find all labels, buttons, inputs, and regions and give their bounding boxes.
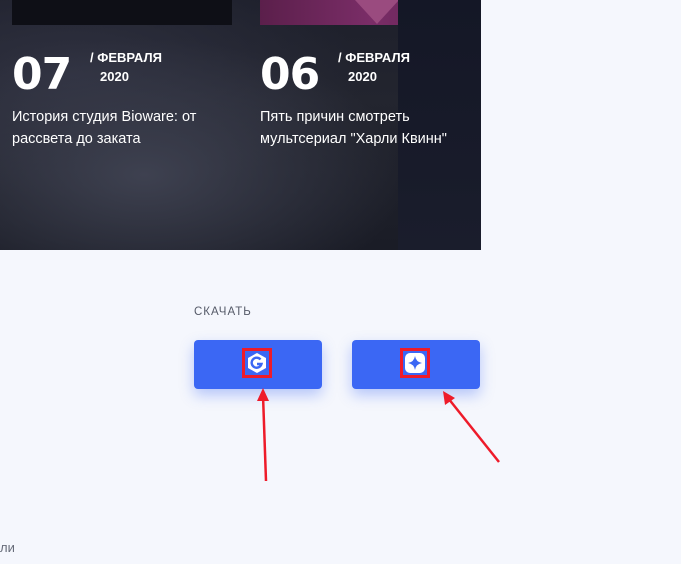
banner-top-image-strip [12, 0, 232, 25]
news-title[interactable]: История студия Bioware: от рассвета до з… [12, 106, 237, 150]
news-title-line-2: рассвета до заката [12, 131, 141, 147]
news-month: / ФЕВРАЛЯ [90, 50, 162, 65]
google-play-download-button[interactable] [194, 340, 322, 389]
news-title[interactable]: Пять причин смотреть мультсериал "Харли … [260, 106, 481, 150]
news-year: 2020 [348, 69, 377, 84]
news-day: 06 [260, 49, 320, 100]
footer-text-fragment: ли [0, 540, 15, 555]
news-year: 2020 [100, 69, 129, 84]
app-store-download-button[interactable] [352, 340, 480, 389]
download-label: СКАЧАТЬ [194, 306, 252, 318]
g-store-icon [242, 348, 272, 378]
news-day: 07 [12, 49, 72, 100]
news-title-line-2: мультсериал "Харли Квинн" [260, 131, 447, 147]
news-month: / ФЕВРАЛЯ [338, 50, 410, 65]
news-title-line-1: Пять причин смотреть [260, 109, 410, 125]
sparkle-store-icon [400, 348, 430, 378]
news-banner: 07 / ФЕВРАЛЯ 2020 История студия Bioware… [0, 0, 481, 250]
news-title-line-1: История студия Bioware: от [12, 109, 197, 125]
